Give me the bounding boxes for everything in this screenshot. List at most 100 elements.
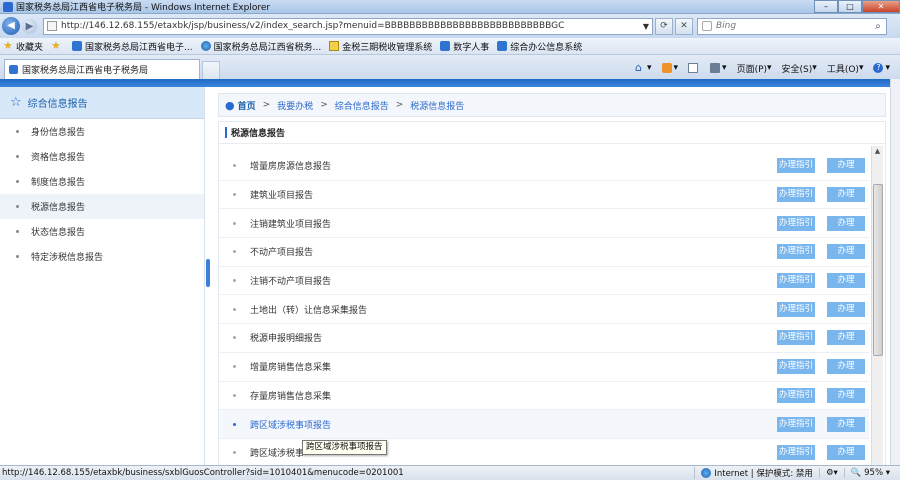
header-strip: [0, 79, 890, 87]
service-name[interactable]: 不动产项目报告: [250, 245, 777, 258]
search-box[interactable]: ⌕: [697, 17, 887, 35]
tax-system-icon: [329, 41, 340, 51]
guide-button[interactable]: 办理指引: [777, 244, 815, 260]
page-icon: [47, 21, 57, 31]
handle-button[interactable]: 办理: [827, 215, 865, 231]
handle-button[interactable]: 办理: [827, 187, 865, 203]
favorites-label: 收藏夹: [16, 42, 44, 53]
close-button[interactable]: ✕: [862, 0, 900, 13]
address-dropdown-icon[interactable]: ▼: [640, 22, 652, 31]
handle-button[interactable]: 办理: [827, 387, 865, 403]
mail-button[interactable]: [688, 63, 700, 73]
favorite-link[interactable]: 数字人事: [440, 40, 489, 53]
service-name[interactable]: 增量房销售信息采集: [250, 360, 777, 373]
forward-button[interactable]: ▶: [22, 18, 37, 34]
service-name[interactable]: 注销不动产项目报告: [250, 274, 777, 287]
favorite-link[interactable]: 国家税务总局江西省电子...: [72, 40, 193, 53]
breadcrumb-home[interactable]: 首页: [238, 99, 256, 112]
scroll-thumb[interactable]: [873, 184, 883, 356]
service-name[interactable]: 存量房销售信息采集: [250, 389, 777, 402]
handle-button[interactable]: 办理: [827, 445, 865, 461]
service-name[interactable]: 跨区域涉税事项报告: [250, 418, 777, 431]
page-menu[interactable]: 页面(P) ▾: [737, 62, 772, 75]
favorite-link[interactable]: 综合办公信息系统: [497, 40, 582, 53]
breadcrumb-level2[interactable]: 综合信息报告: [335, 99, 389, 112]
refresh-button[interactable]: ⟳: [655, 17, 673, 35]
address-url[interactable]: http://146.12.68.155/etaxbk/jsp/business…: [61, 21, 640, 31]
handle-button[interactable]: 办理: [827, 158, 865, 174]
sidebar-collapse-handle[interactable]: [206, 259, 210, 287]
browser-tab[interactable]: 国家税务总局江西省电子税务局: [4, 59, 200, 79]
bullet-icon: [233, 307, 236, 311]
favorite-link-label: 国家税务总局江西省电子...: [85, 42, 193, 53]
guide-button[interactable]: 办理指引: [777, 273, 815, 289]
scroll-up-arrow-icon[interactable]: ▲: [872, 146, 883, 156]
zoom-level[interactable]: 🔍 95% ▾: [843, 468, 900, 478]
sidebar-item-status[interactable]: 状态信息报告: [0, 219, 204, 244]
protected-mode-icon[interactable]: ⚙▾: [818, 468, 844, 478]
guide-button[interactable]: 办理指引: [777, 416, 815, 432]
favorites-bar: ★ 收藏夹 ★ 国家税务总局江西省电子... 国家税务总局江西省税务... 金税…: [0, 38, 900, 55]
sidebar-item-qualification[interactable]: 资格信息报告: [0, 144, 204, 169]
service-name[interactable]: 注销建筑业项目报告: [250, 217, 777, 230]
sidebar-item-specific[interactable]: 特定涉税信息报告: [0, 244, 204, 269]
handle-button[interactable]: 办理: [827, 301, 865, 317]
new-tab-button[interactable]: [202, 61, 220, 79]
service-name[interactable]: 税源申报明细报告: [250, 331, 777, 344]
handle-button[interactable]: 办理: [827, 359, 865, 375]
sidebar-header[interactable]: ☆ 综合信息报告: [0, 87, 204, 119]
handle-button[interactable]: 办理: [827, 330, 865, 346]
address-bar[interactable]: http://146.12.68.155/etaxbk/jsp/business…: [43, 17, 653, 35]
breadcrumb-level3[interactable]: 税源信息报告: [410, 99, 464, 112]
safety-menu[interactable]: 安全(S) ▾: [782, 62, 817, 75]
guide-button[interactable]: 办理指引: [777, 187, 815, 203]
stop-button[interactable]: ✕: [675, 17, 693, 35]
handle-button[interactable]: 办理: [827, 416, 865, 432]
table-row: 税源申报明细报告 办理指引 办理: [219, 324, 869, 353]
service-name[interactable]: 建筑业项目报告: [250, 188, 777, 201]
favorite-link[interactable]: 国家税务总局江西省税务...: [200, 40, 321, 53]
bullet-icon: [233, 451, 236, 455]
home-button[interactable]: ⌂ ▾: [635, 62, 652, 73]
guide-button[interactable]: 办理指引: [777, 445, 815, 461]
guide-button[interactable]: 办理指引: [777, 330, 815, 346]
sidebar-item-system[interactable]: 制度信息报告: [0, 169, 204, 194]
back-button[interactable]: ◀: [2, 17, 20, 35]
service-name[interactable]: 土地出（转）让信息采集报告: [250, 303, 777, 316]
content-scrollbar[interactable]: ▲: [871, 146, 883, 465]
sidebar-item-tax-source[interactable]: 税源信息报告: [0, 194, 204, 219]
guide-button[interactable]: 办理指引: [777, 158, 815, 174]
minimize-button[interactable]: –: [814, 0, 838, 13]
handle-button[interactable]: 办理: [827, 273, 865, 289]
ie-app-icon: [3, 1, 13, 12]
handle-button[interactable]: 办理: [827, 244, 865, 260]
add-favorite-button[interactable]: ★: [51, 40, 64, 51]
guide-button[interactable]: 办理指引: [777, 215, 815, 231]
feeds-button[interactable]: ▾: [661, 63, 678, 73]
service-name[interactable]: 增量房房源信息报告: [250, 159, 777, 172]
table-row: 增量房房源信息报告 办理指引 办理: [219, 152, 869, 181]
security-zone[interactable]: Internet | 保护模式: 禁用: [694, 467, 819, 479]
page-scrollbar[interactable]: [890, 79, 900, 465]
guide-button[interactable]: 办理指引: [777, 387, 815, 403]
favorites-button[interactable]: ★ 收藏夹: [3, 40, 43, 53]
tools-menu[interactable]: 工具(O) ▾: [827, 62, 864, 75]
sidebar-item-label: 资格信息报告: [31, 153, 86, 163]
search-input[interactable]: [716, 21, 870, 31]
window-title-bar: 国家税务总局江西省电子税务局 - Windows Internet Explor…: [0, 0, 900, 14]
guide-button[interactable]: 办理指引: [777, 301, 815, 317]
sidebar-item-label: 特定涉税信息报告: [31, 253, 104, 263]
print-button[interactable]: ▾: [710, 63, 727, 73]
sidebar-item-identity[interactable]: 身份信息报告: [0, 119, 204, 144]
table-row: 注销不动产项目报告 办理指引 办理: [219, 267, 869, 296]
guide-button[interactable]: 办理指引: [777, 359, 815, 375]
table-row: 不动产项目报告 办理指引 办理: [219, 238, 869, 267]
help-button[interactable]: ? ▾: [873, 63, 890, 73]
printer-icon: [710, 63, 721, 73]
breadcrumb-level1[interactable]: 我要办税: [277, 99, 313, 112]
ie-page-icon: [497, 41, 508, 51]
favorite-link[interactable]: 金税三期税收管理系统: [329, 40, 432, 53]
maximize-button[interactable]: □: [838, 0, 862, 13]
search-icon[interactable]: ⌕: [870, 21, 886, 32]
tab-row: 国家税务总局江西省电子税务局 ⌂ ▾ ▾ ▾ 页面(P) ▾ 安全(S) ▾ 工具(O…: [0, 55, 900, 79]
